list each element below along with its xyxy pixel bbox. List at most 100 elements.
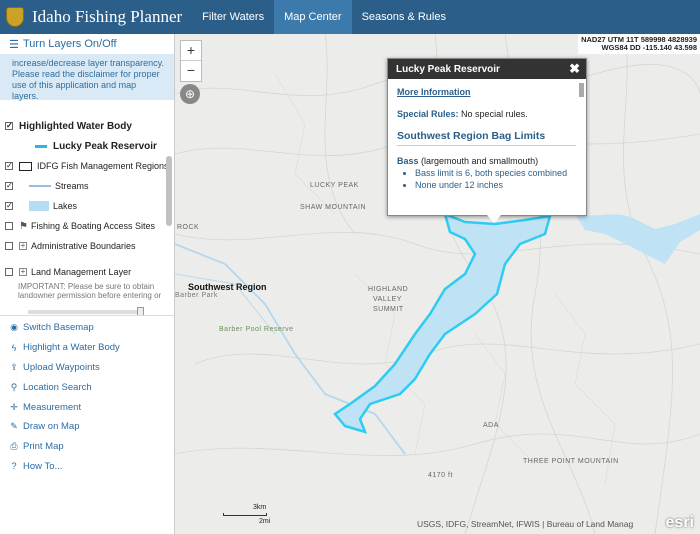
layer-label: Fishing & Boating Access Sites bbox=[30, 221, 156, 231]
action-label: Switch Basemap bbox=[23, 322, 94, 334]
layer-highlighted-water-body[interactable]: ✓ Highlighted Water Body bbox=[0, 116, 174, 136]
layer-label: Land Management Layer bbox=[31, 267, 132, 277]
popup-title: Lucky Peak Reservoir bbox=[396, 63, 500, 75]
scale-line bbox=[223, 513, 267, 516]
map-attribution: USGS, IDFG, StreamNet, IFWIS | Bureau of… bbox=[417, 519, 634, 529]
expand-icon[interactable]: + bbox=[19, 268, 27, 276]
popup-scrollbar[interactable] bbox=[579, 83, 584, 97]
turn-layers-label: Turn Layers On/Off bbox=[23, 38, 117, 50]
layer-land-management[interactable]: + Land Management Layer bbox=[0, 262, 174, 282]
print-icon: ⎙ bbox=[10, 441, 18, 452]
map-label-valley: VALLEY bbox=[373, 296, 402, 303]
highlight-line-swatch bbox=[35, 144, 47, 148]
layer-label: Highlighted Water Body bbox=[19, 120, 132, 132]
action-switch-basemap[interactable]: ◉ Switch Basemap bbox=[0, 318, 174, 338]
special-rules-label: Special Rules: bbox=[397, 109, 459, 119]
nav-map-center[interactable]: Map Center bbox=[274, 0, 352, 34]
checkbox-admin-boundaries[interactable] bbox=[5, 242, 13, 250]
close-icon[interactable]: ✖ bbox=[569, 61, 580, 77]
stream-swatch-icon bbox=[29, 185, 51, 187]
layer-label: Administrative Boundaries bbox=[31, 241, 136, 251]
species-entry: Bass (largemouth and smallmouth) bbox=[397, 156, 576, 166]
crosshair-icon: ⊕ bbox=[184, 87, 196, 101]
sidebar: ☰ Turn Layers On/Off increase/decrease l… bbox=[0, 34, 175, 534]
coordinate-readout: NAD27 UTM 11T 589998 4828939 WGS84 DD -1… bbox=[578, 34, 700, 54]
special-rules-value: No special rules. bbox=[461, 109, 528, 119]
layer-list-scrollbar[interactable] bbox=[166, 156, 172, 226]
action-how-to[interactable]: ? How To... bbox=[0, 457, 174, 477]
popup-pointer bbox=[487, 215, 501, 223]
action-print-map[interactable]: ⎙ Print Map bbox=[0, 437, 174, 457]
zoom-in-button[interactable]: + bbox=[181, 41, 201, 61]
action-label: Location Search bbox=[23, 381, 92, 393]
map-label-barber-park: Barber Park bbox=[175, 292, 218, 299]
action-location-search[interactable]: ⚲ Location Search bbox=[0, 377, 174, 397]
checkbox-lakes[interactable]: ✓ bbox=[5, 202, 13, 210]
idfg-badge-logo bbox=[6, 7, 24, 27]
nav-seasons-rules[interactable]: Seasons & Rules bbox=[352, 0, 456, 34]
disclaimer-notice: increase/decrease layer transparency. Pl… bbox=[0, 54, 174, 101]
slider-handle[interactable] bbox=[137, 307, 144, 315]
layer-streams[interactable]: ✓ Streams bbox=[0, 176, 174, 196]
layer-lakes[interactable]: ✓ Lakes bbox=[0, 196, 174, 216]
layer-label: IDFG Fish Management Regions bbox=[37, 161, 169, 171]
map-label-ada: ADA bbox=[483, 422, 499, 429]
expand-icon[interactable]: + bbox=[19, 242, 27, 250]
action-upload-waypoints[interactable]: ⇪ Upload Waypoints bbox=[0, 358, 174, 378]
checkbox-highlighted-water-body[interactable]: ✓ bbox=[5, 122, 13, 130]
map-label-elevation: 4170 ft bbox=[428, 472, 453, 479]
scale-mi-label: 2mi bbox=[259, 518, 271, 525]
layer-admin-boundaries[interactable]: + Administrative Boundaries bbox=[0, 236, 174, 256]
action-label: Measurement bbox=[23, 401, 82, 413]
transparency-slider[interactable] bbox=[28, 307, 144, 315]
scale-km-label: 3km bbox=[253, 504, 267, 511]
layer-access-sites[interactable]: ⚑ Fishing & Boating Access Sites bbox=[0, 216, 174, 236]
checkbox-streams[interactable]: ✓ bbox=[5, 182, 13, 190]
info-popup: Lucky Peak Reservoir ✖ More Information … bbox=[387, 58, 587, 223]
action-measurement[interactable]: ✛ Measurement bbox=[0, 397, 174, 417]
rule-item: Bass limit is 6, both species combined bbox=[415, 168, 576, 179]
species-rules: Bass limit is 6, both species combined N… bbox=[415, 168, 576, 191]
map-label-shaw-mountain: SHAW MOUNTAIN bbox=[300, 204, 366, 211]
action-label: How To... bbox=[23, 460, 63, 472]
app-title: Idaho Fishing Planner bbox=[32, 7, 183, 26]
pencil-icon: ✎ bbox=[10, 421, 18, 432]
rule-item: None under 12 inches bbox=[415, 180, 576, 191]
species-note: (largemouth and smallmouth) bbox=[421, 156, 539, 166]
turn-layers-toggle[interactable]: ☰ Turn Layers On/Off bbox=[0, 34, 174, 54]
tool-list: ◉ Switch Basemap ϟ Highlight a Water Body … bbox=[0, 315, 174, 476]
popup-header: Lucky Peak Reservoir ✖ bbox=[388, 59, 586, 79]
popup-body: More Information Special Rules: No speci… bbox=[388, 79, 586, 216]
globe-icon: ◉ bbox=[10, 322, 18, 333]
map-view[interactable]: + − ⊕ NAD27 UTM 11T 589998 4828939 WGS84… bbox=[175, 34, 700, 534]
map-label-lucky-peak: LUCKY PEAK bbox=[310, 182, 359, 189]
bag-limits-heading: Southwest Region Bag Limits bbox=[397, 130, 576, 146]
zoom-out-button[interactable]: − bbox=[181, 61, 201, 81]
more-information-link[interactable]: More Information bbox=[397, 87, 576, 97]
locate-me-button[interactable]: ⊕ bbox=[180, 84, 200, 104]
checkbox-idfg-regions[interactable]: ✓ bbox=[5, 162, 13, 170]
nav-filter-waters[interactable]: Filter Waters bbox=[192, 0, 274, 34]
scale-bar: 3km 2mi bbox=[223, 504, 283, 526]
upload-icon: ⇪ bbox=[10, 361, 18, 372]
map-label-region: Southwest Region bbox=[188, 282, 267, 292]
layer-list: ✓ Highlighted Water Body Lucky Peak Rese… bbox=[0, 100, 174, 315]
action-highlight-water-body[interactable]: ϟ Highlight a Water Body bbox=[0, 338, 174, 358]
legend-label: Lucky Peak Reservoir bbox=[53, 140, 157, 152]
special-rules: Special Rules: No special rules. bbox=[397, 109, 576, 119]
map-label-summit: SUMMIT bbox=[373, 306, 404, 313]
esri-logo: esri bbox=[665, 514, 694, 531]
polygon-swatch-icon bbox=[19, 161, 32, 171]
coords-wgs84: WGS84 DD -115.140 43.598 bbox=[601, 43, 697, 52]
layer-label: Streams bbox=[55, 181, 89, 191]
action-label: Print Map bbox=[23, 441, 64, 453]
layer-idfg-regions[interactable]: ✓ IDFG Fish Management Regions bbox=[0, 156, 174, 176]
checkbox-access-sites[interactable] bbox=[5, 222, 13, 230]
question-icon: ? bbox=[11, 461, 17, 472]
species-name: Bass bbox=[397, 156, 419, 166]
land-management-note: IMPORTANT: Please be sure to obtain land… bbox=[18, 282, 162, 300]
action-draw-on-map[interactable]: ✎ Draw on Map bbox=[0, 417, 174, 437]
checkbox-land-management[interactable] bbox=[5, 268, 13, 276]
search-icon: ⚲ bbox=[10, 381, 18, 392]
action-label: Draw on Map bbox=[23, 421, 80, 433]
